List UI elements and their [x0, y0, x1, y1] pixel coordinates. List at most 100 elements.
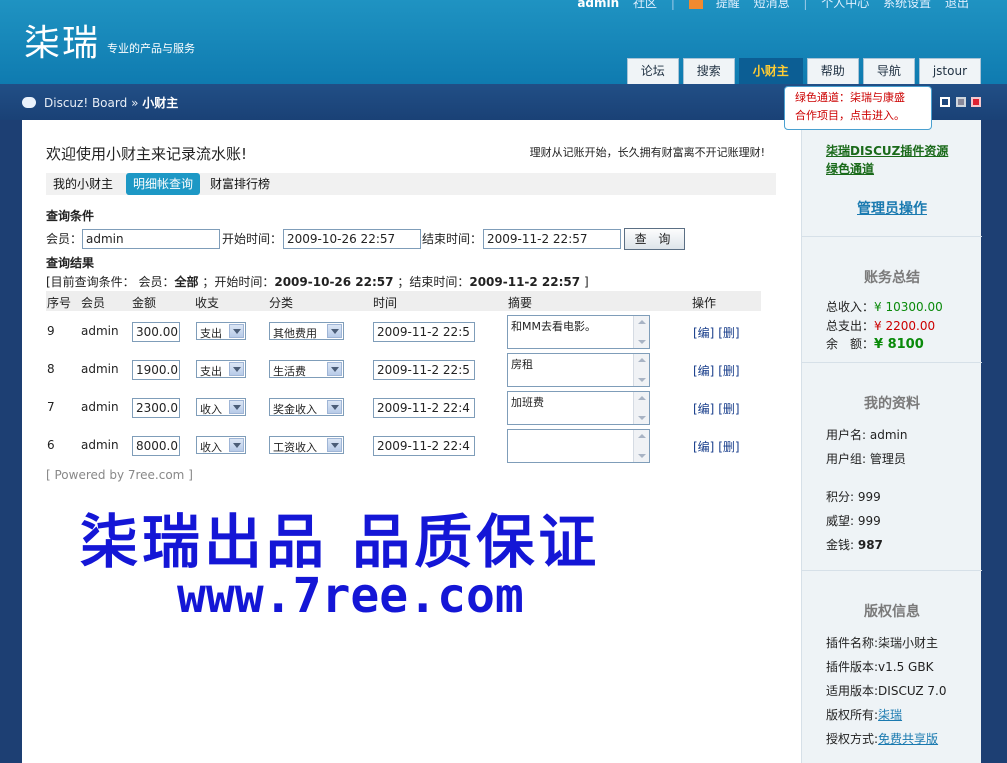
expense-line: 总支出：¥ 2200.00 — [826, 317, 935, 334]
col-category: 分类 — [269, 296, 294, 310]
io-select-value: 支出 — [200, 365, 222, 378]
powered-by[interactable]: [ Powered by 7ree.com ] — [46, 468, 193, 482]
delete-link[interactable]: [删] — [718, 364, 739, 378]
io-select[interactable]: 支出 — [196, 322, 246, 340]
row-ops: [编] [删] — [693, 438, 740, 455]
time-input[interactable]: 2009-11-2 22:4 — [373, 436, 475, 456]
cond-member: 全部 — [174, 275, 199, 289]
top-link-profile[interactable]: 个人中心 — [821, 0, 869, 10]
query-button[interactable]: 查 询 — [624, 228, 685, 250]
tooltip-line: 合作项目，点击进入。 — [795, 109, 905, 122]
divider: | — [670, 0, 675, 10]
edit-link[interactable]: [编] — [693, 440, 714, 454]
amount-input[interactable]: 1900.0 — [132, 360, 180, 380]
nav-tab-jstour[interactable]: jstour — [918, 58, 981, 84]
green-channel-tooltip[interactable]: 绿色通道：柒瑞与康盛 合作项目，点击进入。 — [784, 86, 932, 130]
nav-tab-help[interactable]: 帮助 — [806, 58, 859, 84]
tab-detail-query[interactable]: 明细帐查询 — [126, 173, 201, 195]
slogan: 专业的产品与服务 — [107, 42, 195, 55]
cond-end-label: ；结束时间： — [397, 275, 470, 289]
breadcrumb-sep: » — [131, 96, 139, 110]
top-link-notify[interactable]: 提醒 — [688, 0, 740, 10]
scrollbar[interactable] — [633, 392, 649, 424]
chevron-down-icon — [229, 400, 244, 414]
expense-label: 总支出： — [826, 319, 875, 333]
license-link[interactable]: 免费共享版 — [878, 732, 938, 746]
memo-text: 房租 — [511, 358, 533, 371]
profile-title: 我的资料 — [864, 396, 920, 412]
memo-textarea[interactable]: 加班费 — [507, 391, 650, 425]
style-switch-gray[interactable] — [956, 97, 966, 107]
row-ops: [编] [删] — [693, 362, 740, 379]
scrollbar[interactable] — [633, 354, 649, 386]
row-member: admin — [81, 438, 119, 452]
memo-text: 加班费 — [511, 396, 544, 409]
amount-input[interactable]: 300.00 — [132, 322, 180, 342]
nav-tab-search[interactable]: 搜索 — [682, 58, 735, 84]
edit-link[interactable]: [编] — [693, 364, 714, 378]
scrollbar[interactable] — [633, 316, 649, 348]
start-time-label: 开始时间： — [222, 232, 283, 246]
breadcrumb-site[interactable]: Discuz! Board — [44, 96, 127, 110]
owner-link[interactable]: 柒瑞 — [878, 708, 902, 722]
chevron-down-icon — [229, 362, 244, 376]
edit-link[interactable]: [编] — [693, 402, 714, 416]
memo-text: 和MM去看电影。 — [511, 320, 596, 333]
chevron-down-icon — [327, 362, 342, 376]
amount-input[interactable]: 2300.0 — [132, 398, 180, 418]
end-time-input[interactable]: 2009-11-2 22:57 — [483, 229, 621, 249]
tab-my-account[interactable]: 我的小财主 — [46, 173, 120, 195]
start-time-input[interactable]: 2009-10-26 22:57 — [283, 229, 421, 249]
io-select[interactable]: 支出 — [196, 360, 246, 378]
nav-tab-forum[interactable]: 论坛 — [626, 58, 679, 84]
logo[interactable]: 柒瑞 — [24, 14, 100, 66]
style-switch-white[interactable] — [940, 97, 950, 107]
row-no: 7 — [47, 400, 55, 414]
scrollbar[interactable] — [633, 430, 649, 462]
member-input[interactable]: admin — [82, 229, 220, 249]
tab-wealth-ranking[interactable]: 财富排行榜 — [203, 173, 277, 195]
category-select-value: 奖金收入 — [273, 403, 317, 416]
top-link-user[interactable]: admin — [577, 0, 619, 10]
memo-textarea[interactable]: 和MM去看电影。 — [507, 315, 650, 349]
top-link-pm[interactable]: 短消息 — [754, 0, 790, 10]
chevron-down-icon — [327, 324, 342, 338]
memo-textarea[interactable] — [507, 429, 650, 463]
delete-link[interactable]: [删] — [718, 440, 739, 454]
time-input[interactable]: 2009-11-2 22:4 — [373, 398, 475, 418]
amount-input[interactable]: 8000.0 — [132, 436, 180, 456]
col-time: 时间 — [373, 296, 398, 310]
breadcrumb-current: 小财主 — [142, 96, 179, 110]
time-input[interactable]: 2009-11-2 22:5 — [373, 360, 475, 380]
divider — [802, 570, 982, 571]
top-link-logout[interactable]: 退出 — [945, 0, 969, 10]
category-select[interactable]: 工资收入 — [269, 436, 344, 454]
top-link-settings[interactable]: 系统设置 — [883, 0, 931, 10]
memo-textarea[interactable]: 房租 — [507, 353, 650, 387]
category-select-value: 工资收入 — [273, 441, 317, 454]
admin-ops-link[interactable]: 管理员操作 — [802, 198, 982, 218]
time-input[interactable]: 2009-11-2 22:5 — [373, 322, 475, 342]
category-select[interactable]: 其他费用 — [269, 322, 344, 340]
io-select[interactable]: 收入 — [196, 436, 246, 454]
top-link-community[interactable]: 社区 — [633, 0, 657, 10]
io-select[interactable]: 收入 — [196, 398, 246, 416]
nav-tab-guide[interactable]: 导航 — [862, 58, 915, 84]
category-select[interactable]: 奖金收入 — [269, 398, 344, 416]
category-select[interactable]: 生活费 — [269, 360, 344, 378]
col-no: 序号 — [47, 296, 72, 310]
col-amount: 金额 — [132, 296, 157, 310]
query-conditions: [目前查询条件： 会员：全部 ；开始时间：2009-10-26 22:57 ；结… — [46, 273, 589, 290]
chat-icon — [22, 97, 36, 108]
green-channel-link[interactable]: 柒瑞DISCUZ插件资源 绿色通道 — [826, 142, 948, 178]
delete-link[interactable]: [删] — [718, 402, 739, 416]
delete-link[interactable]: [删] — [718, 326, 739, 340]
divider — [802, 236, 982, 237]
style-switch-red[interactable] — [971, 97, 981, 107]
owner-label: 版权所有: — [826, 708, 879, 722]
nav-tab-xiaocaizhu[interactable]: 小财主 — [738, 58, 803, 84]
profile-points: 积分: 999 — [826, 490, 881, 504]
col-ops: 操作 — [692, 296, 717, 310]
io-select-value: 收入 — [200, 403, 222, 416]
edit-link[interactable]: [编] — [693, 326, 714, 340]
